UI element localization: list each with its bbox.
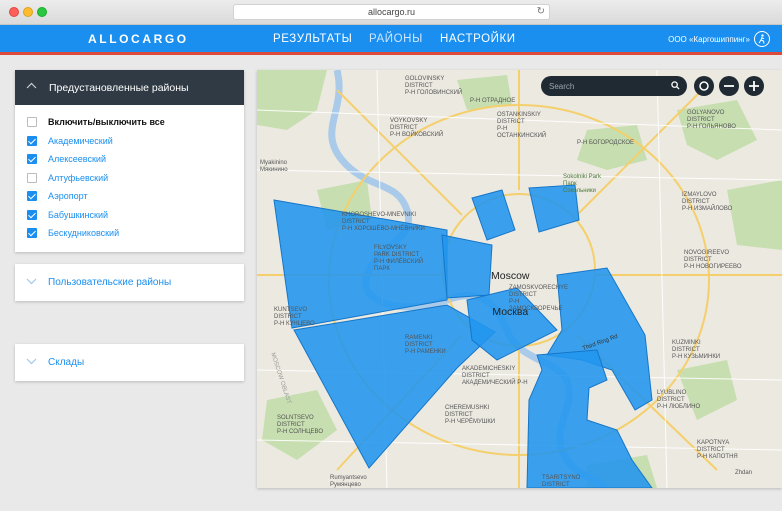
chevron-up-icon [26,82,37,89]
browser-toolbar: allocargo.ru ↻ [0,0,782,25]
district-checkbox[interactable] [27,228,37,238]
map-label: CHEREMUSHKI DISTRICT Р-Н ЧЕРЁМУШКИ [445,405,496,425]
plus-icon [749,81,759,91]
nav-districts[interactable]: РАЙОНЫ [369,33,423,45]
warehouses-title: Склады [48,357,85,368]
preset-districts-header[interactable]: Предустановленные районы [15,70,244,105]
map-label: OSTANKINSKIY DISTRICT Р-Н ОСТАНКИНСКИЙ [497,112,547,139]
select-all-label: Включить/выключить все [48,117,165,127]
map-label: GOLOVINSKY DISTRICT Р-Н ГОЛОВИНСКИЙ [405,76,463,96]
district-row[interactable]: Академический [15,132,244,151]
map-label: GOLYANOVO DISTRICT Р-Н ГОЛЬЯНОВО [687,110,736,130]
district-label: Алтуфьевский [48,172,109,183]
map-label: Р-Н БОГОРОДСКОЕ [577,140,635,146]
district-polygon[interactable] [441,234,493,299]
district-row[interactable]: Аэропорт [15,187,244,206]
map-label: KUNTSEVO DISTRICT Р-Н КУНЦЕВО [274,307,315,327]
address-bar[interactable]: allocargo.ru ↻ [233,4,550,20]
district-row[interactable]: Бабушкинский [15,206,244,225]
warehouses-panel[interactable]: Склады [15,344,244,381]
district-row[interactable]: Алтуфьевский [15,169,244,188]
chevron-down-icon [26,358,37,365]
map-label: AKADEMICHESKIY DISTRICT АКАДЕМИЧЕСКИЙ Р-… [462,366,528,386]
map-label: KHOROSHEVO-MNEVNIKI DISTRICT Р-Н ХОРОШЁВ… [342,212,425,232]
map-label: IZMAYLOVO DISTRICT Р-Н ИЗМАЙЛОВО [682,192,733,212]
custom-districts-title: Пользовательские районы [48,277,172,288]
nav-settings[interactable]: НАСТРОЙКИ [440,33,516,45]
zoom-in-button[interactable] [744,76,764,96]
map-label: Zhdan [735,470,753,476]
map-label: FILYOVSKY PARK DISTRICT Р-Н ФИЛЁВСКИЙ ПА… [374,245,424,272]
reload-icon[interactable]: ↻ [537,5,545,19]
preset-districts-title: Предустановленные районы [49,82,189,94]
address-url: allocargo.ru [367,7,416,17]
select-all-checkbox[interactable] [27,117,37,127]
district-label: Академический [48,135,113,146]
map-label: KAPOTNYA DISTRICT Р-Н КАПОТНЯ [697,440,738,460]
zoom-out-button[interactable] [719,76,739,96]
company-name[interactable]: ООО «Каргошиппинг» [668,35,750,44]
district-label: Бабушкинский [48,209,109,220]
close-window-button[interactable] [9,7,19,17]
search-placeholder: Search [549,82,575,91]
circle-icon [699,81,709,91]
app-header: ALLOCARGO РЕЗУЛЬТАТЫ РАЙОНЫ НАСТРОЙКИ ОО… [0,25,782,55]
select-all-checkbox-row[interactable]: Включить/выключить все [15,113,244,132]
map-view[interactable]: GOLOVINSKY DISTRICT Р-Н ГОЛОВИНСКИЙ Р-Н … [257,70,782,488]
map-label: SOLNTSEVO DISTRICT Р-Н СОЛНЦЕВО [277,415,323,435]
user-icon[interactable] [754,31,770,47]
city-name-ru: Москва [492,306,529,318]
map-label: LYUBLINO DISTRICT Р-Н ЛЮБЛИНО [657,390,701,410]
map-label: Р-Н ОТРАДНОЕ [470,98,516,104]
chevron-down-icon [26,278,37,285]
minimize-window-button[interactable] [23,7,33,17]
map-search-input[interactable]: Search [541,76,687,96]
map-label: RAMENKI DISTRICT Р-Н РАМЕНКИ [405,335,446,355]
district-label: Бескудниковский [48,228,120,238]
locate-button[interactable] [694,76,714,96]
map-label: KUZMINKI DISTRICT Р-Н КУЗЬМИНКИ [672,340,721,360]
district-checkbox[interactable] [27,154,37,164]
district-label: Аэропорт [48,191,88,201]
city-label: Moscow Москва [491,246,530,342]
selected-districts[interactable] [273,184,653,488]
city-name-en: Moscow [491,270,530,282]
preset-districts-panel: Предустановленные районы Включить/выключ… [15,70,244,252]
custom-districts-panel[interactable]: Пользовательские районы [15,264,244,301]
brand-logo[interactable]: ALLOCARGO [88,32,189,46]
map-label: TSARITSYNO DISTRICT [542,475,581,488]
map-label: Rumyantsevo Румянцево [330,475,367,488]
district-row[interactable]: Бескудниковский [15,224,244,243]
district-row[interactable]: Алексеевский [15,150,244,169]
map-label: NOVOGIREEVO DISTRICT Р-Н НОВОГИРЕЕВО [684,250,742,270]
minus-icon [724,85,734,87]
map-label: Sokolniki Park Парк Сокольники [563,174,602,194]
district-checkbox[interactable] [27,209,37,220]
district-polygon[interactable] [471,189,516,241]
district-checkbox[interactable] [27,135,37,146]
district-checkbox[interactable] [27,191,37,201]
search-icon[interactable] [671,81,680,90]
district-label: Алексеевский [48,154,106,164]
nav-results[interactable]: РЕЗУЛЬТАТЫ [273,33,352,45]
district-checkbox[interactable] [27,172,37,183]
maximize-window-button[interactable] [37,7,47,17]
map-label: VOYKOVSKY DISTRICT Р-Н ВОЙКОВСКИЙ [390,118,444,138]
map-label: Myakinino Мякинино [260,160,288,173]
